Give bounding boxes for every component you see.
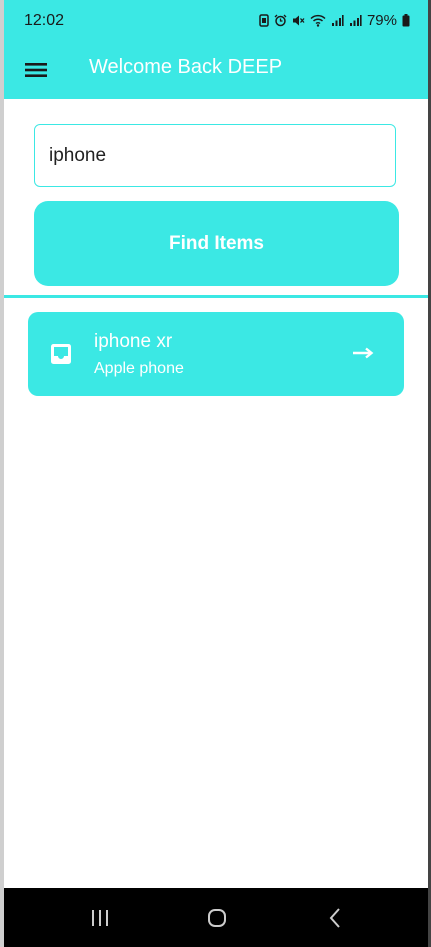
status-icons: 79%: [259, 12, 410, 29]
recent-apps-icon[interactable]: [88, 906, 112, 930]
arrow-right-icon[interactable]: [352, 346, 374, 360]
page-title: Welcome Back DEEP: [89, 56, 283, 78]
back-icon[interactable]: [324, 906, 348, 930]
inbox-icon: [50, 343, 72, 365]
hamburger-menu-icon[interactable]: [24, 58, 50, 82]
alarm-icon: [274, 14, 287, 27]
mute-icon: [292, 14, 305, 27]
item-title: iphone xr: [94, 331, 173, 352]
wifi-icon: [310, 14, 326, 27]
status-time: 12:02: [24, 12, 65, 29]
divider: [4, 295, 428, 298]
signal-icon: [331, 14, 344, 27]
app-bar: Welcome Back DEEP: [4, 42, 428, 99]
lock-battery-icon: [259, 14, 269, 27]
battery-icon: [402, 14, 410, 27]
signal-icon-2: [349, 14, 362, 27]
list-item[interactable]: iphone xr Apple phone: [28, 312, 404, 396]
search-input[interactable]: [34, 124, 396, 187]
phone-screen: 12:02 79% Welcome Back DEEP iphone Find …: [4, 0, 428, 947]
item-subtitle: Apple phone: [94, 360, 184, 377]
find-items-button[interactable]: Find Items: [34, 201, 399, 286]
system-nav-bar: [4, 888, 428, 947]
status-bar: 12:02 79%: [4, 0, 428, 42]
battery-text: 79%: [366, 12, 397, 29]
home-icon[interactable]: [205, 906, 229, 930]
